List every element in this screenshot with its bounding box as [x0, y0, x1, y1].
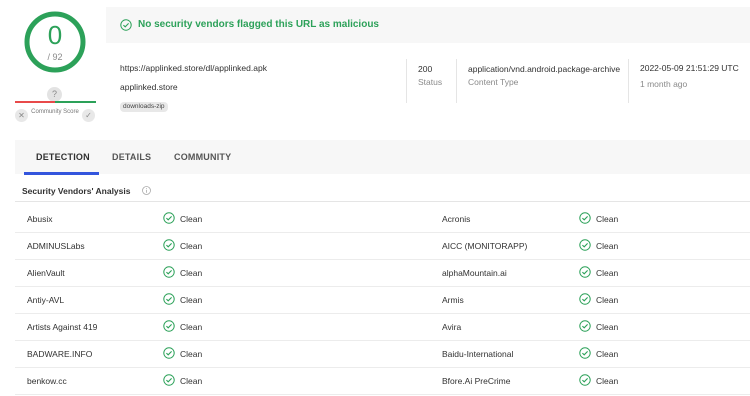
active-tab-indicator [24, 172, 99, 175]
tab-community[interactable]: COMMUNITY [174, 152, 231, 162]
check-circle-icon [163, 320, 175, 332]
score-detections: 0 [47, 20, 63, 50]
tab-detection[interactable]: DETECTION [36, 152, 90, 162]
scanned-url[interactable]: https://applinked.store/dl/applinked.apk [120, 63, 267, 73]
check-circle-icon [163, 293, 175, 305]
vendor-name: Armis [442, 295, 464, 305]
table-row: BADWARE.INFO Clean Baidu-International Clea… [15, 341, 750, 368]
vendor-result-label: Clean [180, 295, 203, 305]
check-circle-icon [579, 266, 591, 278]
last-analysis-relative: 1 month ago [640, 79, 688, 89]
check-circle-icon [163, 239, 175, 251]
vote-harmless-check-icon[interactable]: ✓ [82, 109, 95, 122]
divider [15, 201, 750, 202]
info-icon[interactable] [142, 186, 151, 195]
tab-details[interactable]: DETAILS [112, 152, 151, 162]
vendor-name: Abusix [27, 214, 53, 224]
table-row: AlienVault Clean alphaMountain.ai Clean [15, 260, 750, 287]
community-score-bar-negative [15, 101, 55, 103]
tag-badge[interactable]: downloads-zip [120, 102, 168, 112]
table-row: ADMINUSLabs Clean AICC (MONITORAPP) Clean [15, 233, 750, 260]
divider [628, 59, 629, 103]
vendor-result-label: Clean [180, 268, 203, 278]
vendor-name: BADWARE.INFO [27, 349, 93, 359]
vendor-name: benkow.cc [27, 376, 67, 386]
table-row: Abusix Clean Acronis Clean [15, 206, 750, 233]
vendor-result-label: Clean [596, 349, 619, 359]
vote-harmful-close-icon[interactable]: ✕ [15, 109, 28, 122]
divider [456, 59, 457, 103]
vendor-name: Antiy-AVL [27, 295, 65, 305]
last-analysis-date: 2022-05-09 21:51:29 UTC [640, 63, 739, 73]
verdict-text: No security vendors flagged this URL as … [138, 19, 379, 30]
check-circle-icon [163, 212, 175, 224]
vendor-result-label: Clean [180, 349, 203, 359]
status-label: Status [418, 77, 443, 87]
vendor-name: ADMINUSLabs [27, 241, 85, 251]
detection-score: 0 / 92 [23, 10, 87, 74]
table-row: Antiy-AVL Clean Armis Clean [15, 287, 750, 314]
check-circle-icon [579, 293, 591, 305]
vendor-result-label: Clean [180, 376, 203, 386]
vendor-name: AICC (MONITORAPP) [442, 241, 528, 251]
vendor-result-label: Clean [596, 214, 619, 224]
check-circle-icon [120, 19, 132, 31]
vendor-result-label: Clean [180, 241, 203, 251]
content-type-label: Content Type [468, 77, 519, 87]
check-circle-icon [163, 266, 175, 278]
vendor-name: alphaMountain.ai [442, 268, 507, 278]
check-circle-icon [163, 347, 175, 359]
vendor-result-label: Clean [596, 295, 619, 305]
check-circle-icon [163, 374, 175, 386]
section-title: Security Vendors' Analysis [22, 186, 131, 196]
vendor-result-label: Clean [596, 376, 619, 386]
score-total: / 92 [47, 52, 63, 62]
community-score-unknown-icon: ? [47, 87, 62, 102]
vendor-result-label: Clean [596, 268, 619, 278]
vendor-name: Bfore.Ai PreCrime [442, 376, 511, 386]
check-circle-icon [579, 320, 591, 332]
vendor-result-label: Clean [180, 214, 203, 224]
community-score-bar [15, 101, 96, 103]
scanned-domain[interactable]: applinked.store [120, 82, 178, 92]
vendor-result-label: Clean [180, 322, 203, 332]
table-row: Artists Against 419 Clean Avira Clean [15, 314, 750, 341]
vendor-result-label: Clean [596, 241, 619, 251]
status-value: 200 [418, 64, 433, 74]
table-row: benkow.cc Clean Bfore.Ai PreCrime Clean [15, 368, 750, 395]
vendor-name: Avira [442, 322, 462, 332]
vendors-table: Abusix Clean Acronis Clean ADMINUSLabs Clean A… [15, 206, 750, 395]
community-score-label: Community Score [31, 109, 79, 115]
check-circle-icon [579, 374, 591, 386]
check-circle-icon [579, 347, 591, 359]
divider [406, 59, 407, 103]
content-type-value: application/vnd.android.package-archive [468, 64, 621, 74]
vendor-name: Acronis [442, 214, 471, 224]
vendor-name: Baidu-International [442, 349, 514, 359]
verdict-banner: No security vendors flagged this URL as … [106, 7, 750, 43]
vendor-name: AlienVault [27, 268, 65, 278]
community-score-bar-positive [55, 101, 96, 103]
vendor-result-label: Clean [596, 322, 619, 332]
check-circle-icon [579, 239, 591, 251]
check-circle-icon [579, 212, 591, 224]
vendor-name: Artists Against 419 [27, 322, 98, 332]
